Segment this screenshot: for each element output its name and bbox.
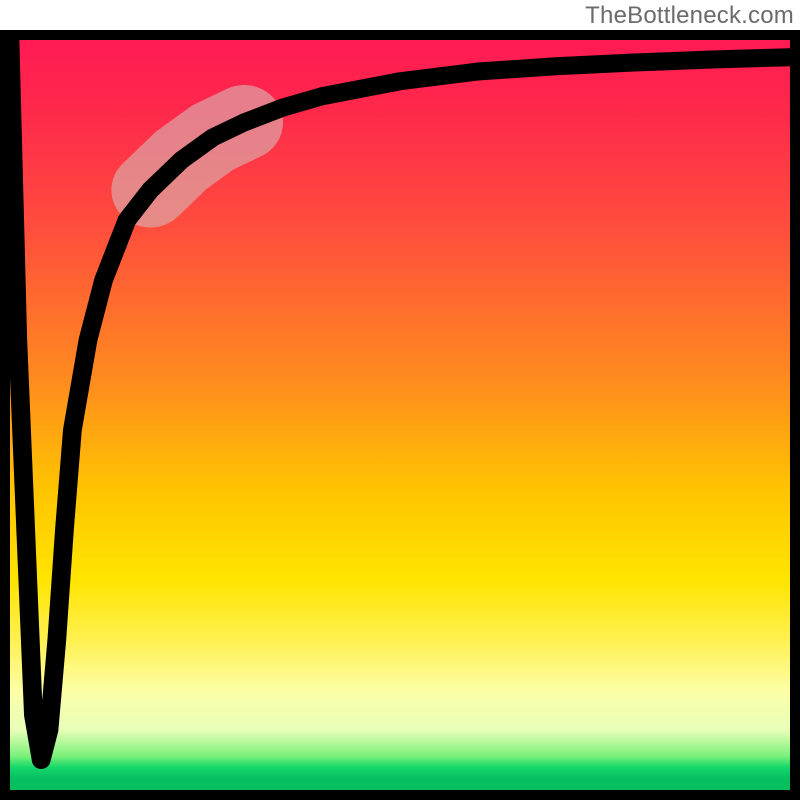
- bottleneck-curve: [10, 40, 790, 760]
- chart-root: TheBottleneck.com: [0, 0, 800, 800]
- curve-layer: [10, 40, 790, 790]
- watermark-text: TheBottleneck.com: [585, 2, 794, 30]
- plot-frame: [0, 30, 800, 800]
